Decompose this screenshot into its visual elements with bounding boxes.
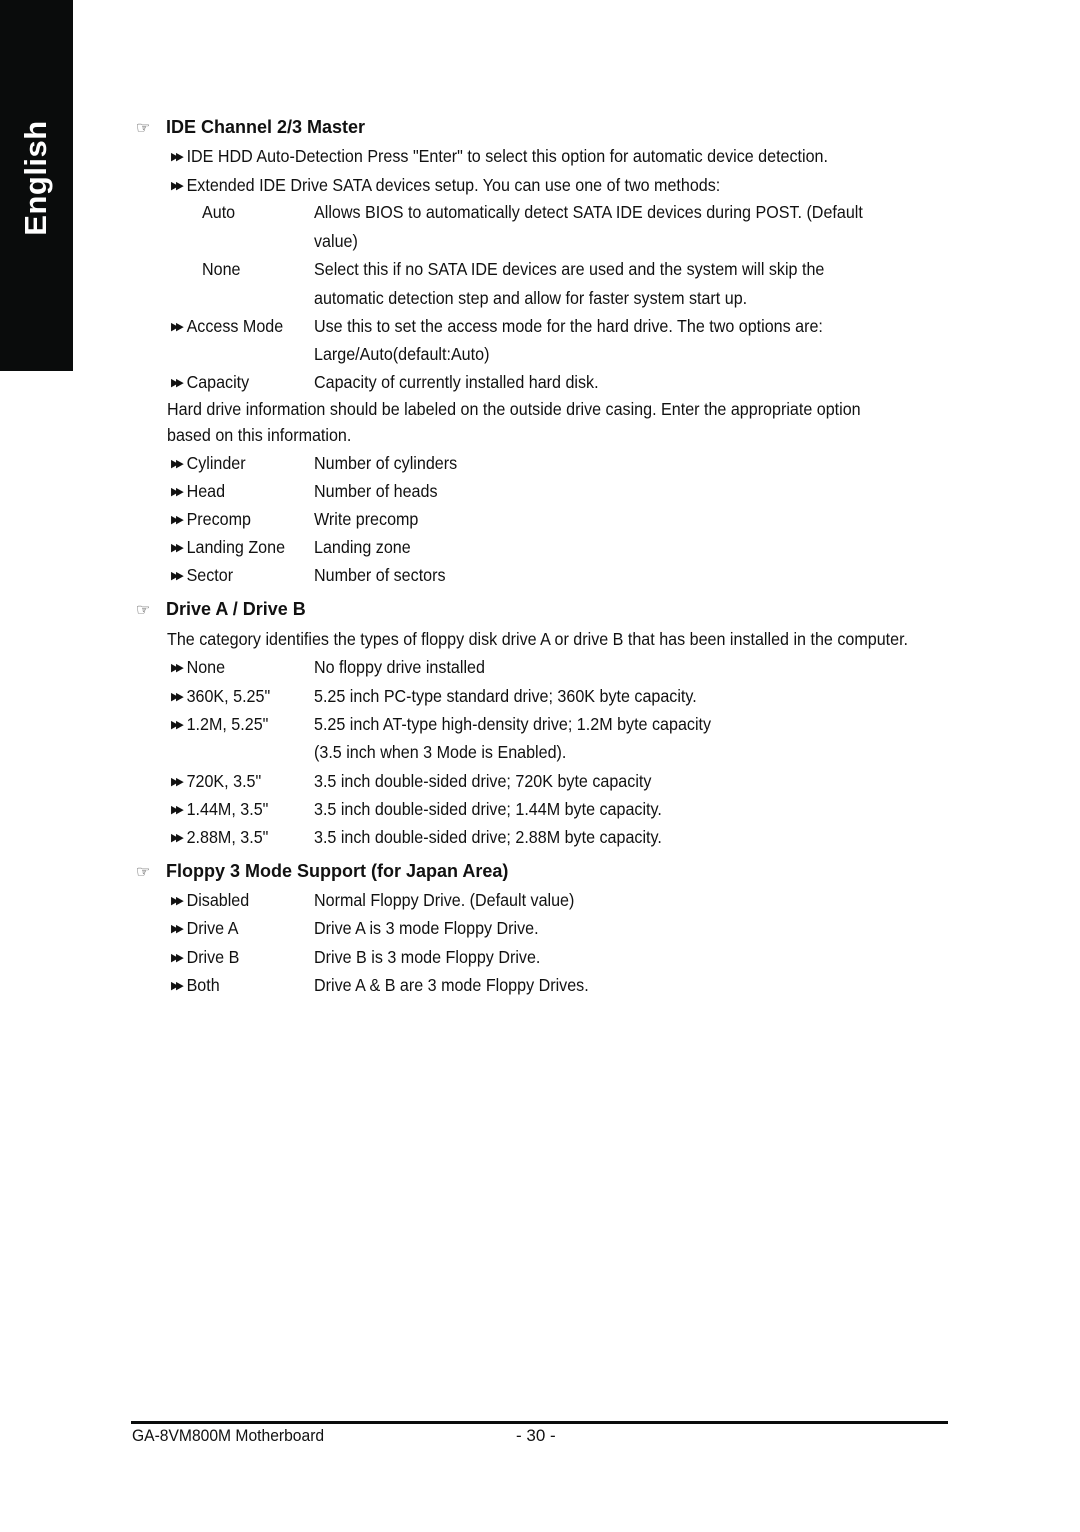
double-arrow-icon: ▶▶ <box>171 458 184 470</box>
section-heading-drive: ☞ Drive A / Drive B <box>136 599 306 620</box>
param-label-text: Precomp <box>186 509 251 529</box>
param-label-text: Cylinder <box>186 453 246 473</box>
param-label: ▶▶ Landing Zone <box>171 537 285 558</box>
double-arrow-icon: ▶▶ <box>171 377 184 389</box>
option-label: ▶▶ 1.44M, 3.5" <box>171 799 268 820</box>
option-desc-cont: Large/Auto(default:Auto) <box>314 344 490 364</box>
double-arrow-icon: ▶▶ <box>171 895 184 907</box>
option-desc: Drive B is 3 mode Floppy Drive. <box>314 947 541 967</box>
pointing-hand-icon: ☞ <box>136 601 151 619</box>
option-label: ▶▶ Capacity <box>171 372 249 393</box>
double-arrow-icon: ▶▶ <box>171 952 184 964</box>
option-label-text: 1.44M, 3.5" <box>186 799 269 819</box>
double-arrow-icon: ▶▶ <box>171 514 184 526</box>
param-desc: Number of heads <box>314 481 438 501</box>
double-arrow-icon: ▶▶ <box>171 923 184 935</box>
option-label-text: Capacity <box>186 372 250 392</box>
bullet-text: Extended IDE Drive SATA devices setup. Y… <box>186 175 721 195</box>
double-arrow-icon: ▶▶ <box>171 804 184 816</box>
footer-model: GA-8VM800M Motherboard <box>132 1426 325 1445</box>
method-desc-cont: value) <box>314 231 358 251</box>
option-label: ▶▶ Both <box>171 975 220 996</box>
double-arrow-icon: ▶▶ <box>171 776 184 788</box>
param-desc: Landing zone <box>314 537 411 557</box>
option-desc: 3.5 inch double-sided drive; 1.44M byte … <box>314 799 662 819</box>
option-label-text: 360K, 5.25" <box>186 686 271 706</box>
option-label: ▶▶ None <box>171 657 225 678</box>
option-label-text: Drive B <box>186 947 240 967</box>
option-label: ▶▶ Access Mode <box>171 316 283 337</box>
option-desc: Use this to set the access mode for the … <box>314 316 823 336</box>
option-label-text: Disabled <box>186 890 250 910</box>
option-desc-cont: (3.5 inch when 3 Mode is Enabled). <box>314 742 567 762</box>
method-label: None <box>202 259 241 279</box>
option-desc: No floppy drive installed <box>314 657 485 677</box>
footer-divider <box>131 1421 948 1424</box>
option-label: ▶▶ 720K, 3.5" <box>171 771 261 792</box>
section-heading-ide: ☞ IDE Channel 2/3 Master <box>136 117 365 138</box>
option-desc: Drive A & B are 3 mode Floppy Drives. <box>314 975 589 995</box>
double-arrow-icon: ▶▶ <box>171 180 184 192</box>
option-desc: 5.25 inch PC-type standard drive; 360K b… <box>314 686 697 706</box>
double-arrow-icon: ▶▶ <box>171 662 184 674</box>
option-label: ▶▶ Drive B <box>171 947 239 968</box>
note-text: based on this information. <box>167 425 352 445</box>
option-label-text: Access Mode <box>186 316 284 336</box>
page-number: - 30 - <box>516 1426 556 1445</box>
bullet-item: ▶▶ Extended IDE Drive SATA devices setup.… <box>171 175 720 196</box>
language-tab: English <box>0 0 73 371</box>
param-label: ▶▶ Precomp <box>171 509 251 530</box>
param-label-text: Head <box>186 481 226 501</box>
language-label: English <box>18 120 53 236</box>
bullet-text: IDE HDD Auto-Detection Press "Enter" to … <box>186 146 828 166</box>
option-desc: 5.25 inch AT-type high-density drive; 1.… <box>314 714 712 734</box>
double-arrow-icon: ▶▶ <box>171 691 184 703</box>
option-label-text: None <box>186 657 226 677</box>
pointing-hand-icon: ☞ <box>136 863 151 881</box>
method-label: Auto <box>202 202 236 222</box>
option-desc: 3.5 inch double-sided drive; 2.88M byte … <box>314 827 662 847</box>
double-arrow-icon: ▶▶ <box>171 980 184 992</box>
section-title: Drive A / Drive B <box>166 599 306 619</box>
pointing-hand-icon: ☞ <box>136 119 151 137</box>
double-arrow-icon: ▶▶ <box>171 486 184 498</box>
param-label: ▶▶ Cylinder <box>171 453 246 474</box>
section-heading-floppy3: ☞ Floppy 3 Mode Support (for Japan Area) <box>136 861 508 882</box>
section-intro: The category identifies the types of flo… <box>167 629 909 649</box>
method-desc: Allows BIOS to automatically detect SATA… <box>314 202 863 222</box>
param-desc: Number of sectors <box>314 565 446 585</box>
double-arrow-icon: ▶▶ <box>171 321 184 333</box>
bullet-item: ▶▶ IDE HDD Auto-Detection Press "Enter" t… <box>171 146 828 167</box>
option-label-text: Both <box>186 975 220 995</box>
double-arrow-icon: ▶▶ <box>171 719 184 731</box>
method-desc-cont: automatic detection step and allow for f… <box>314 288 748 308</box>
option-label: ▶▶ 2.88M, 3.5" <box>171 827 268 848</box>
option-desc: Drive A is 3 mode Floppy Drive. <box>314 918 539 938</box>
option-label-text: Drive A <box>186 918 239 938</box>
param-label-text: Sector <box>186 565 234 585</box>
method-desc: Select this if no SATA IDE devices are u… <box>314 259 825 279</box>
double-arrow-icon: ▶▶ <box>171 542 184 554</box>
param-label-text: Landing Zone <box>186 537 286 557</box>
option-label: ▶▶ Drive A <box>171 918 238 939</box>
option-label: ▶▶ 360K, 5.25" <box>171 686 270 707</box>
section-title: IDE Channel 2/3 Master <box>166 117 366 137</box>
option-label-text: 2.88M, 3.5" <box>186 827 269 847</box>
option-label-text: 720K, 3.5" <box>186 771 262 791</box>
double-arrow-icon: ▶▶ <box>171 570 184 582</box>
double-arrow-icon: ▶▶ <box>171 832 184 844</box>
option-desc: 3.5 inch double-sided drive; 720K byte c… <box>314 771 652 791</box>
param-label: ▶▶ Head <box>171 481 225 502</box>
option-desc: Normal Floppy Drive. (Default value) <box>314 890 575 910</box>
param-desc: Write precomp <box>314 509 419 529</box>
note-text: Hard drive information should be labeled… <box>167 399 861 419</box>
option-label: ▶▶ Disabled <box>171 890 249 911</box>
option-label: ▶▶ 1.2M, 5.25" <box>171 714 268 735</box>
param-desc: Number of cylinders <box>314 453 458 473</box>
option-desc: Capacity of currently installed hard dis… <box>314 372 599 392</box>
param-label: ▶▶ Sector <box>171 565 233 586</box>
option-label-text: 1.2M, 5.25" <box>186 714 269 734</box>
section-title: Floppy 3 Mode Support (for Japan Area) <box>166 861 509 881</box>
double-arrow-icon: ▶▶ <box>171 151 184 163</box>
